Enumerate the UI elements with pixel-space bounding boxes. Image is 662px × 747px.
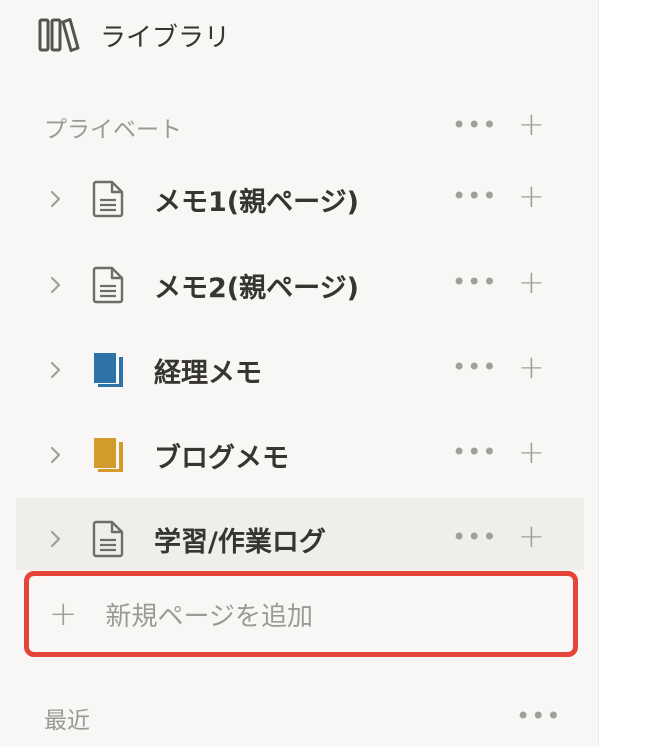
page-add-child-button[interactable]: + bbox=[518, 180, 545, 212]
page-more-button[interactable]: ••• bbox=[452, 355, 497, 379]
chevron-right-icon[interactable] bbox=[46, 526, 66, 552]
chevron-right-icon[interactable] bbox=[46, 272, 66, 298]
chevron-right-icon[interactable] bbox=[46, 442, 66, 468]
more-icon: ••• bbox=[452, 111, 498, 139]
recent-section-more-button[interactable]: ••• bbox=[516, 704, 561, 728]
page-title: 学習/作業ログ bbox=[154, 527, 326, 558]
page-more-button[interactable]: ••• bbox=[452, 270, 497, 294]
chevron-right-icon[interactable] bbox=[46, 357, 66, 383]
recent-section-label: 最近 bbox=[44, 708, 90, 734]
private-section-label: プライベート bbox=[44, 117, 182, 143]
add-new-page-label: 新規ページを追加 bbox=[105, 601, 313, 632]
page-add-child-button[interactable]: + bbox=[518, 266, 545, 298]
page-title: ブログメモ bbox=[154, 443, 289, 474]
plus-icon: + bbox=[518, 105, 545, 143]
sidebar-page-study-log[interactable]: 学習/作業ログ ••• + bbox=[16, 498, 584, 570]
private-section-add-button[interactable]: + bbox=[518, 108, 545, 140]
library-books-icon bbox=[38, 16, 80, 54]
page-title: 経理メモ bbox=[154, 358, 262, 389]
blue-notebook-icon bbox=[90, 351, 126, 389]
page-add-child-button[interactable]: + bbox=[518, 436, 545, 468]
sidebar-page-memo2[interactable]: メモ2(親ページ) ••• + bbox=[16, 250, 584, 320]
more-icon: ••• bbox=[516, 702, 562, 730]
library-label: ライブラリ bbox=[100, 22, 231, 53]
plus-icon: + bbox=[49, 594, 78, 634]
private-section-more-button[interactable]: ••• bbox=[452, 113, 497, 137]
sidebar-page-blog[interactable]: ブログメモ ••• + bbox=[16, 420, 584, 490]
document-icon bbox=[90, 266, 126, 304]
page-more-button[interactable]: ••• bbox=[452, 184, 497, 208]
yellow-notebook-icon bbox=[90, 436, 126, 474]
page-more-button[interactable]: ••• bbox=[452, 525, 497, 549]
page-add-child-button[interactable]: + bbox=[518, 520, 545, 552]
page-add-child-button[interactable]: + bbox=[518, 351, 545, 383]
sidebar-page-accounting[interactable]: 経理メモ ••• + bbox=[16, 335, 584, 405]
chevron-right-icon[interactable] bbox=[46, 186, 66, 212]
page-more-button[interactable]: ••• bbox=[452, 440, 497, 464]
add-new-page-button[interactable]: + 新規ページを追加 bbox=[24, 571, 578, 657]
page-title: メモ2(親ページ) bbox=[154, 273, 359, 304]
sidebar: ライブラリ プライベート ••• + メモ1(親ページ) ••• + メモ2(親… bbox=[0, 0, 599, 747]
sidebar-page-memo1[interactable]: メモ1(親ページ) ••• + bbox=[16, 164, 584, 234]
library-link[interactable]: ライブラリ bbox=[38, 14, 230, 56]
document-icon bbox=[90, 520, 126, 558]
document-icon bbox=[90, 180, 126, 218]
page-title: メモ1(親ページ) bbox=[154, 187, 359, 218]
